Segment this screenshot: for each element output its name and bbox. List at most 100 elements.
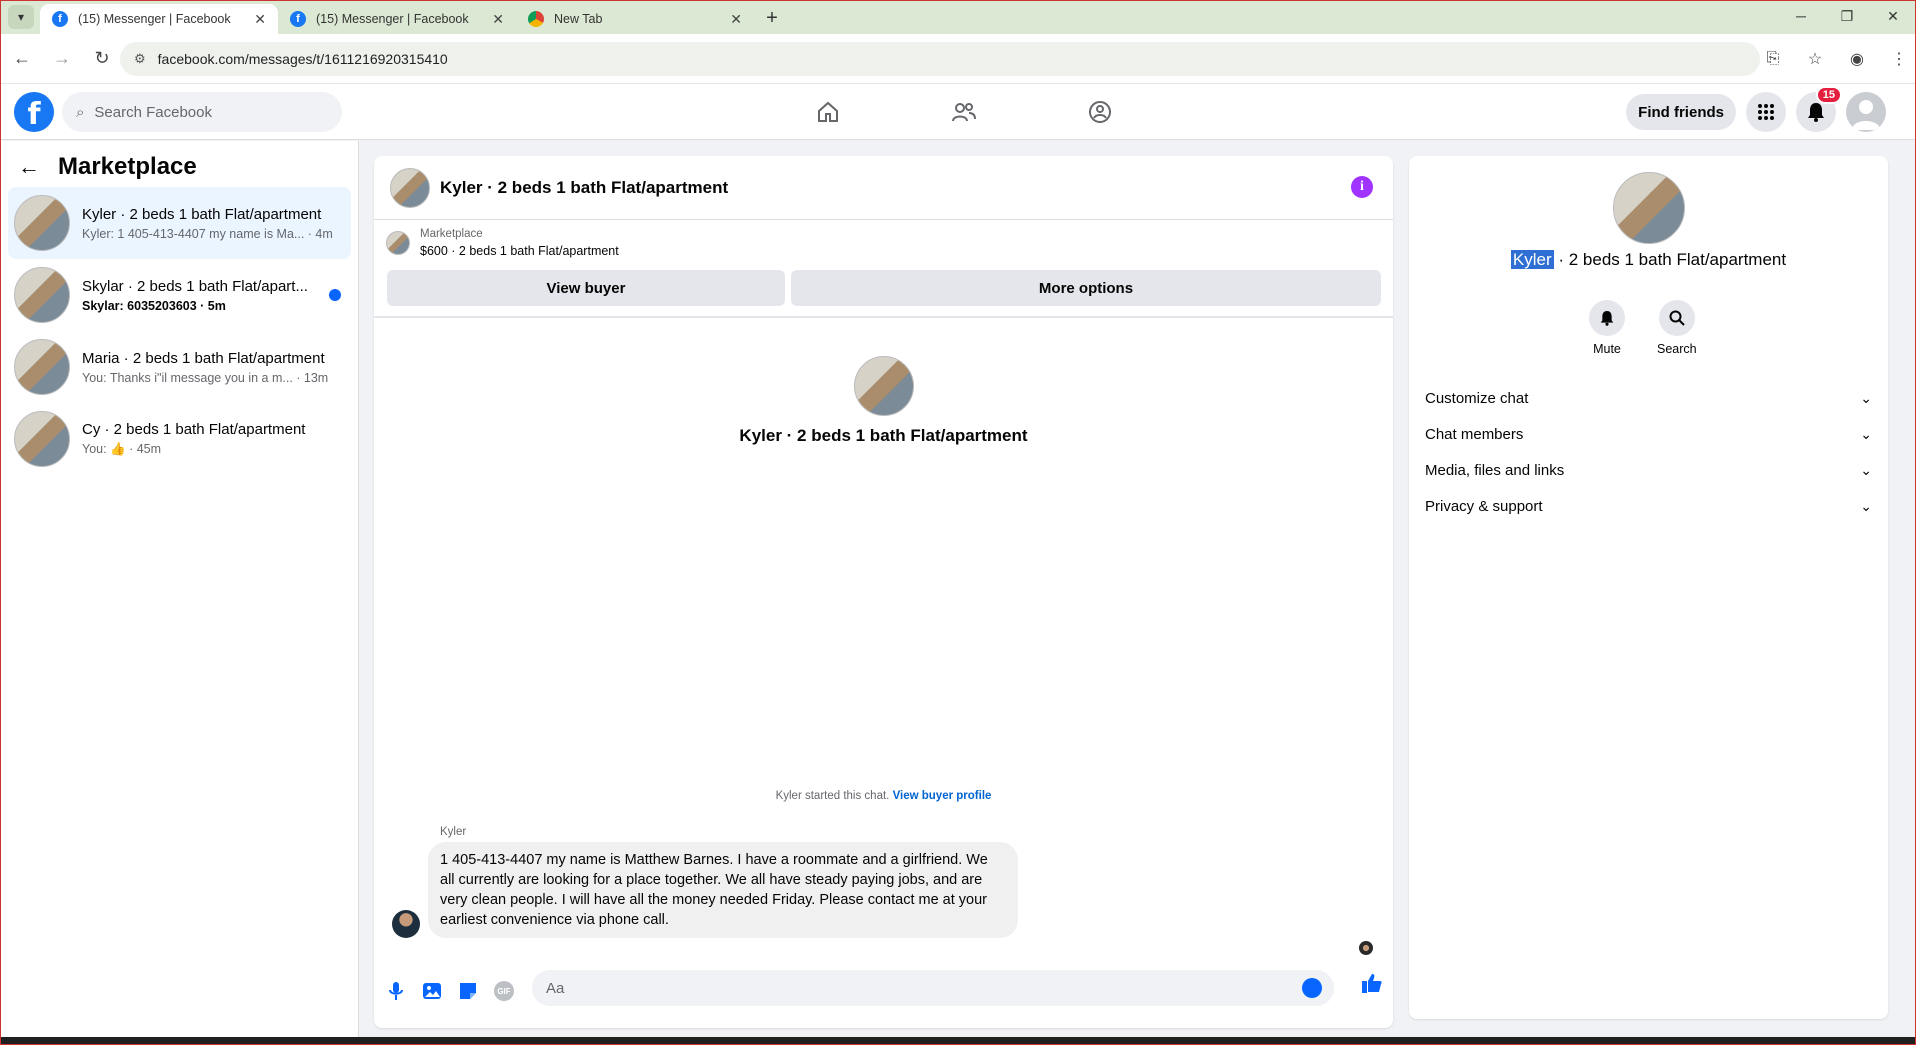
close-tab-icon[interactable]: ✕ bbox=[254, 11, 266, 28]
view-buyer-button[interactable]: View buyer bbox=[387, 270, 785, 306]
gif-icon[interactable]: GIF bbox=[486, 973, 522, 1009]
details-name: Kyler · 2 beds 1 bath Flat/apartment bbox=[1409, 250, 1888, 270]
panel-header: ← Marketplace bbox=[18, 153, 197, 181]
facebook-favicon-icon: f bbox=[290, 11, 306, 27]
chrome-favicon-icon bbox=[528, 11, 544, 27]
mute-label: Mute bbox=[1593, 342, 1621, 356]
search-input[interactable]: ⌕ Search Facebook bbox=[62, 92, 342, 132]
listing-thumbnail bbox=[386, 231, 410, 255]
photo-icon[interactable] bbox=[414, 973, 450, 1009]
emoji-icon[interactable] bbox=[1302, 978, 1322, 998]
message-bubble[interactable]: 1 405-413-4407 my name is Matthew Barnes… bbox=[428, 842, 1018, 938]
back-arrow-icon[interactable]: ← bbox=[18, 154, 40, 180]
address-bar[interactable]: ⚙ facebook.com/messages/t/16112169203154… bbox=[120, 42, 1760, 76]
install-app-icon[interactable]: ⎘ bbox=[1756, 42, 1790, 76]
close-window-icon[interactable]: ✕ bbox=[1870, 1, 1916, 31]
chevron-down-icon: ⌄ bbox=[1860, 497, 1872, 514]
browser-tab-2[interactable]: f (15) Messenger | Facebook ✕ bbox=[278, 4, 516, 34]
search-placeholder: Search Facebook bbox=[94, 103, 212, 121]
browser-tab-1[interactable]: f (15) Messenger | Facebook ✕ bbox=[40, 4, 278, 34]
find-friends-button[interactable]: Find friends bbox=[1626, 94, 1736, 130]
window-controls: ─ ❐ ✕ bbox=[1778, 1, 1916, 31]
seen-receipt-avatar bbox=[1359, 941, 1373, 955]
listing-thumbnail bbox=[14, 339, 70, 395]
taskbar bbox=[0, 1037, 1916, 1045]
chat-title[interactable]: Kyler · 2 beds 1 bath Flat/apartment bbox=[440, 178, 728, 198]
tab-search-button[interactable]: ▾ bbox=[8, 5, 34, 29]
message-sender: Kyler bbox=[440, 826, 467, 838]
listing-thumbnail bbox=[14, 195, 70, 251]
conversation-list-panel: ← Marketplace Kyler · 2 beds 1 bath Flat… bbox=[0, 141, 359, 1037]
notifications-bell-icon[interactable]: 15 bbox=[1796, 86, 1842, 132]
privacy-support-section[interactable]: Privacy & support ⌄ bbox=[1425, 486, 1872, 526]
groups-icon[interactable] bbox=[1032, 84, 1168, 140]
conversation-name: Skylar · 2 beds 1 bath Flat/apart... bbox=[82, 277, 308, 295]
close-tab-icon[interactable]: ✕ bbox=[492, 11, 504, 28]
section-label: Media, files and links bbox=[1425, 461, 1565, 479]
conversation-item-cy[interactable]: Cy · 2 beds 1 bath Flat/apartment You: 👍… bbox=[8, 403, 351, 475]
chevron-down-icon: ⌄ bbox=[1860, 461, 1872, 478]
info-icon[interactable]: i bbox=[1351, 176, 1373, 198]
minimize-icon[interactable]: ─ bbox=[1778, 1, 1824, 31]
restore-icon[interactable]: ❐ bbox=[1824, 1, 1870, 31]
menu-grid-icon[interactable] bbox=[1746, 92, 1786, 132]
panel-title: Marketplace bbox=[58, 153, 197, 180]
listing-source: Marketplace bbox=[420, 228, 483, 240]
unread-dot-icon bbox=[329, 289, 341, 301]
message-composer: GIF Aa bbox=[374, 966, 1393, 1016]
chat-header: Kyler · 2 beds 1 bath Flat/apartment i bbox=[374, 156, 1393, 220]
listing-summary[interactable]: Marketplace $600 · 2 beds 1 bath Flat/ap… bbox=[386, 228, 619, 258]
microphone-icon[interactable] bbox=[378, 973, 414, 1009]
facebook-logo-icon[interactable]: f bbox=[14, 92, 54, 132]
chat-members-section[interactable]: Chat members ⌄ bbox=[1425, 414, 1872, 454]
conversation-name: Kyler · 2 beds 1 bath Flat/apartment bbox=[82, 205, 322, 223]
chrome-menu-icon[interactable]: ⋮ bbox=[1882, 42, 1916, 76]
new-tab-icon[interactable]: + bbox=[758, 4, 786, 32]
search-label: Search bbox=[1657, 342, 1697, 356]
chat-start-notice: Kyler started this chat. View buyer prof… bbox=[374, 790, 1393, 802]
reload-icon[interactable]: ↻ bbox=[84, 41, 120, 77]
more-options-button[interactable]: More options bbox=[791, 270, 1381, 306]
friends-icon[interactable] bbox=[896, 84, 1032, 140]
details-name-rest: · 2 beds 1 bath Flat/apartment bbox=[1553, 250, 1787, 269]
home-icon[interactable] bbox=[760, 84, 896, 140]
mute-button[interactable]: Mute bbox=[1589, 300, 1625, 356]
media-files-links-section[interactable]: Media, files and links ⌄ bbox=[1425, 450, 1872, 490]
chevron-down-icon: ⌄ bbox=[1860, 389, 1872, 406]
details-avatar[interactable] bbox=[1613, 172, 1685, 244]
bookmark-star-icon[interactable]: ☆ bbox=[1798, 42, 1832, 76]
message-input[interactable]: Aa bbox=[532, 970, 1334, 1006]
section-label: Chat members bbox=[1425, 425, 1524, 443]
customize-chat-section[interactable]: Customize chat ⌄ bbox=[1425, 378, 1872, 418]
listing-title: $600 · 2 beds 1 bath Flat/apartment bbox=[420, 244, 619, 258]
conversation-item-maria[interactable]: Maria · 2 beds 1 bath Flat/apartment You… bbox=[8, 331, 351, 403]
browser-tab-3[interactable]: New Tab ✕ bbox=[516, 4, 754, 34]
search-in-conversation-button[interactable]: Search bbox=[1657, 300, 1697, 356]
site-info-icon[interactable]: ⚙ bbox=[134, 51, 146, 67]
conversation-details-panel: Kyler · 2 beds 1 bath Flat/apartment Mut… bbox=[1409, 156, 1888, 1019]
url-text: facebook.com/messages/t/1611216920315410 bbox=[157, 51, 448, 67]
conversation-preview: You: 👍 · 45m bbox=[82, 442, 162, 456]
tab-title: New Tab bbox=[554, 12, 603, 26]
started-text: Kyler started this chat. bbox=[775, 790, 890, 802]
forward-icon[interactable]: → bbox=[44, 41, 80, 77]
conversation-preview: Kyler: 1 405-413-4407 my name is Ma... ·… bbox=[82, 226, 333, 241]
details-actions: Mute Search bbox=[1589, 300, 1697, 356]
conversation-item-skylar[interactable]: Skylar · 2 beds 1 bath Flat/apart... Sky… bbox=[8, 259, 351, 331]
thumbs-up-like-icon[interactable] bbox=[1361, 972, 1383, 1000]
chat-window: Kyler · 2 beds 1 bath Flat/apartment i M… bbox=[374, 156, 1393, 1028]
sticker-icon[interactable] bbox=[450, 973, 486, 1009]
sender-avatar[interactable] bbox=[392, 910, 420, 938]
conversation-name-large: Kyler · 2 beds 1 bath Flat/apartment bbox=[739, 426, 1028, 445]
conversation-item-kyler[interactable]: Kyler · 2 beds 1 bath Flat/apartment Kyl… bbox=[8, 187, 351, 259]
view-buyer-profile-link[interactable]: View buyer profile bbox=[893, 790, 992, 802]
back-icon[interactable]: ← bbox=[4, 41, 40, 77]
section-label: Customize chat bbox=[1425, 389, 1529, 407]
chat-avatar[interactable] bbox=[390, 167, 430, 208]
facebook-header: f ⌕ Search Facebook Find friends 15 bbox=[0, 84, 1916, 140]
profile-icon[interactable]: ◉ bbox=[1840, 42, 1874, 76]
account-avatar[interactable] bbox=[1846, 92, 1886, 132]
listing-thumbnail bbox=[14, 267, 70, 323]
close-tab-icon[interactable]: ✕ bbox=[730, 11, 742, 28]
browser-toolbar: ← → ↻ ⚙ facebook.com/messages/t/16112169… bbox=[0, 34, 1916, 84]
